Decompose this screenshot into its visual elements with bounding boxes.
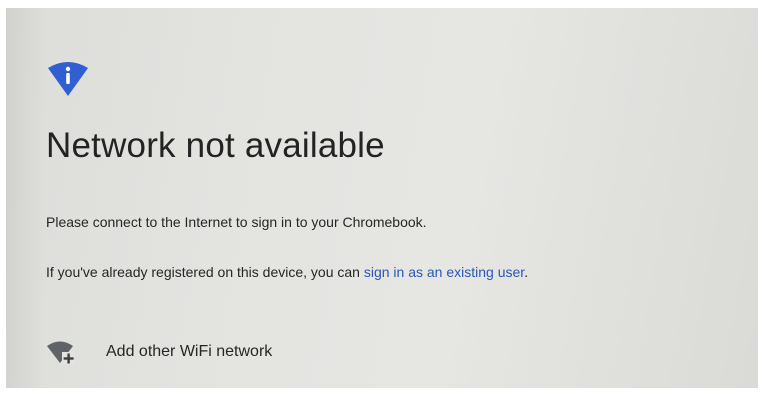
registered-message-prefix: If you've already registered on this dev… xyxy=(46,264,364,280)
add-wifi-network-label: Add other WiFi network xyxy=(106,343,273,360)
registered-message-suffix: . xyxy=(524,264,529,280)
page-title: Network not available xyxy=(46,126,385,165)
connect-message: Please connect to the Internet to sign i… xyxy=(46,214,427,230)
add-wifi-network-button[interactable]: Add other WiFi network xyxy=(46,338,272,366)
registered-message: If you've already registered on this dev… xyxy=(46,264,528,280)
wifi-add-icon xyxy=(47,341,75,365)
sign-in-existing-user-link[interactable]: sign in as an existing user xyxy=(364,264,524,280)
wifi-info-icon xyxy=(48,62,88,96)
screen-edge-shade xyxy=(6,8,46,388)
oobe-network-screen: Network not available Please connect to … xyxy=(6,8,758,388)
